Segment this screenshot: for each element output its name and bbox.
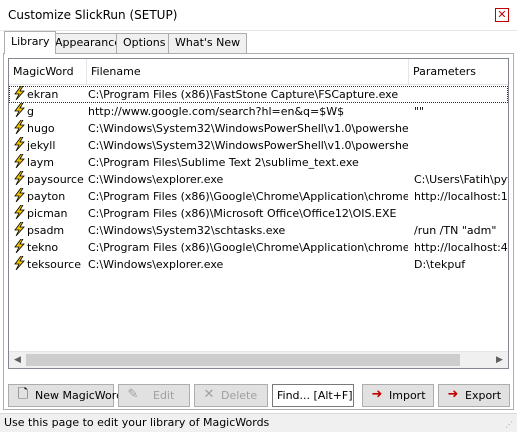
table-row[interactable]: jekyll C:\Windows\System32\WindowsPowerSh…: [9, 137, 508, 154]
magicword-cell: g: [13, 103, 87, 120]
lightning-bolt-icon: [13, 103, 27, 120]
magicword-cell: jekyll: [13, 137, 87, 154]
magicword-list[interactable]: MagicWord Filename Parameters ekran C:\Pr…: [8, 58, 509, 369]
filename-cell: C:\Windows\explorer.exe: [88, 173, 224, 186]
parameters-cell: http://localhost:131: [414, 190, 508, 203]
edit-button[interactable]: ✎ Edit: [118, 384, 190, 407]
window-title: Customize SlickRun (SETUP): [8, 8, 178, 22]
lightning-bolt-icon: [13, 137, 27, 154]
close-icon[interactable]: ✕: [495, 8, 509, 22]
lightning-bolt-icon: [13, 154, 27, 171]
magicword-text: laym: [27, 156, 55, 169]
table-row[interactable]: paysource C:\Windows\explorer.exe C:\Users…: [9, 171, 508, 188]
lightning-bolt-icon: [13, 120, 27, 137]
filename-cell: C:\Program Files\Sublime Text 2\sublime_…: [88, 156, 359, 169]
find-input[interactable]: Find... [Alt+F]: [272, 384, 354, 407]
lightning-bolt-icon: [13, 239, 27, 256]
magicword-cell: tekno: [13, 239, 87, 256]
parameters-cell: [414, 137, 508, 154]
magicword-text: g: [27, 105, 34, 118]
library-panel: MagicWord Filename Parameters ekran C:\Pr…: [3, 53, 514, 410]
status-bar: Use this page to edit your library of Ma…: [0, 413, 517, 432]
magicword-text: teksource: [27, 258, 81, 271]
filename-cell: C:\Windows\System32\WindowsPowerShell\v1…: [88, 139, 408, 152]
table-row[interactable]: picman C:\Program Files (x86)\Microsoft O…: [9, 205, 508, 222]
delete-button[interactable]: ✕ Delete: [194, 384, 268, 407]
parameters-cell: /run /TN "adm": [414, 224, 497, 237]
filename-cell: C:\Program Files (x86)\Google\Chrome\App…: [88, 241, 408, 254]
parameters-cell: [414, 86, 508, 103]
filename-cell: http://www.google.com/search?hl=en&q=$W$: [88, 105, 345, 118]
table-row[interactable]: hugo C:\Windows\System32\WindowsPowerShel…: [9, 120, 508, 137]
tab-options[interactable]: Options: [116, 33, 173, 53]
magicword-text: paysource: [27, 173, 84, 186]
magicword-text: tekno: [27, 241, 59, 254]
table-row[interactable]: ekran C:\Program Files (x86)\FastStone Ca…: [9, 86, 508, 103]
delete-x-icon: ✕: [203, 387, 215, 402]
export-button[interactable]: ➜ Export: [438, 384, 510, 407]
horizontal-scrollbar[interactable]: ◀ ▶: [9, 351, 508, 368]
magicword-text: hugo: [27, 122, 55, 135]
edit-icon: ✎: [127, 387, 139, 402]
parameters-cell: C:\Users\Fatih\pytho: [414, 173, 508, 186]
column-header-filename[interactable]: Filename: [87, 59, 409, 85]
magicword-cell: hugo: [13, 120, 87, 137]
scroll-right-icon[interactable]: ▶: [491, 352, 508, 368]
title-bar: Customize SlickRun (SETUP) ✕: [0, 0, 517, 31]
magicword-text: ekran: [27, 88, 59, 101]
filename-cell: C:\Windows\System32\schtasks.exe: [88, 224, 286, 237]
table-row[interactable]: laym C:\Program Files\Sublime Text 2\subl…: [9, 154, 508, 171]
resize-grip-icon[interactable]: ⋰: [505, 420, 515, 430]
lightning-bolt-icon: [13, 222, 27, 239]
lightning-bolt-icon: [13, 86, 27, 103]
table-row[interactable]: g http://www.google.com/search?hl=en&q=$W…: [9, 103, 508, 120]
magicword-cell: laym: [13, 154, 87, 171]
magicword-cell: ekran: [13, 86, 87, 103]
scroll-thumb[interactable]: [26, 354, 460, 366]
parameters-cell: [414, 154, 508, 171]
filename-cell: C:\Windows\System32\WindowsPowerShell\v1…: [88, 122, 408, 135]
table-row[interactable]: teksource C:\Windows\explorer.exe D:\tekpu…: [9, 256, 508, 273]
tab-library[interactable]: Library: [4, 31, 57, 54]
lightning-bolt-icon: [13, 256, 27, 273]
column-header-magicword[interactable]: MagicWord: [9, 59, 87, 85]
magicword-cell: paysource: [13, 171, 87, 188]
parameters-cell: http://localhost:4000: [414, 241, 508, 254]
lightning-bolt-icon: [13, 188, 27, 205]
table-row[interactable]: tekno C:\Program Files (x86)\Google\Chrom…: [9, 239, 508, 256]
magicword-text: picman: [27, 207, 68, 220]
list-header: MagicWord Filename Parameters: [9, 59, 508, 85]
parameters-cell: D:\tekpuf: [414, 258, 466, 271]
magicword-cell: payton: [13, 188, 87, 205]
magicword-text: payton: [27, 190, 66, 203]
parameters-cell: "": [414, 105, 425, 118]
filename-cell: C:\Program Files (x86)\FastStone Capture…: [88, 88, 399, 101]
magicword-text: jekyll: [27, 139, 56, 152]
export-icon: ➜: [447, 387, 459, 402]
filename-cell: C:\Program Files (x86)\Google\Chrome\App…: [88, 190, 408, 203]
lightning-bolt-icon: [13, 205, 27, 222]
magicword-cell: teksource: [13, 256, 87, 273]
magicword-text: psadm: [27, 224, 65, 237]
status-text: Use this page to edit your library of Ma…: [4, 416, 270, 429]
magicword-cell: psadm: [13, 222, 87, 239]
column-header-parameters[interactable]: Parameters: [409, 59, 508, 85]
lightning-bolt-icon: [13, 171, 27, 188]
table-row[interactable]: payton C:\Program Files (x86)\Google\Chro…: [9, 188, 508, 205]
import-icon: ➜: [371, 387, 383, 402]
tab-whats-new[interactable]: What's New: [168, 33, 248, 53]
filename-cell: C:\Program Files (x86)\Microsoft Office\…: [88, 207, 397, 220]
import-button[interactable]: ➜ Import: [362, 384, 434, 407]
parameters-cell: [414, 205, 508, 222]
parameters-cell: [414, 120, 508, 137]
table-row[interactable]: psadm C:\Windows\System32\schtasks.exe/ru…: [9, 222, 508, 239]
magicword-cell: picman: [13, 205, 87, 222]
filename-cell: C:\Windows\explorer.exe: [88, 258, 224, 271]
scroll-left-icon[interactable]: ◀: [9, 352, 26, 368]
new-magicword-button[interactable]: 🗋 New MagicWord: [8, 384, 123, 407]
new-document-icon: 🗋: [17, 387, 29, 402]
